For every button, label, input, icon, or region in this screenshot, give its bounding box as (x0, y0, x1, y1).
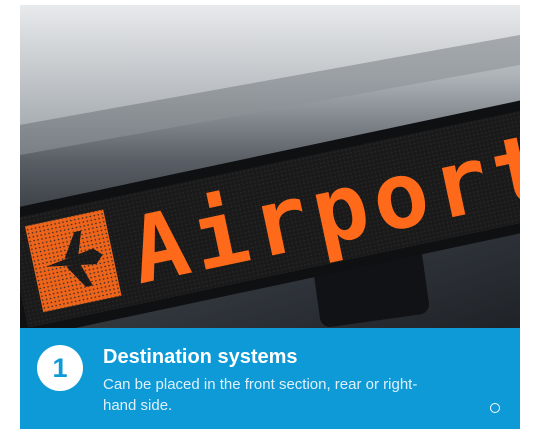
number-badge: 1 (37, 345, 83, 391)
feature-title: Destination systems (103, 346, 298, 368)
bus-interior-illustration: Airport (20, 5, 520, 328)
info-panel: 1 Destination systems Can be placed in t… (20, 328, 520, 429)
feature-description: Can be placed in the front section, rear… (103, 376, 418, 414)
destination-sign-photo: Airport (20, 5, 520, 328)
feature-card: Airport 1 Destination systems Can be pla… (20, 5, 520, 429)
circle-indicator-icon[interactable] (490, 403, 500, 413)
